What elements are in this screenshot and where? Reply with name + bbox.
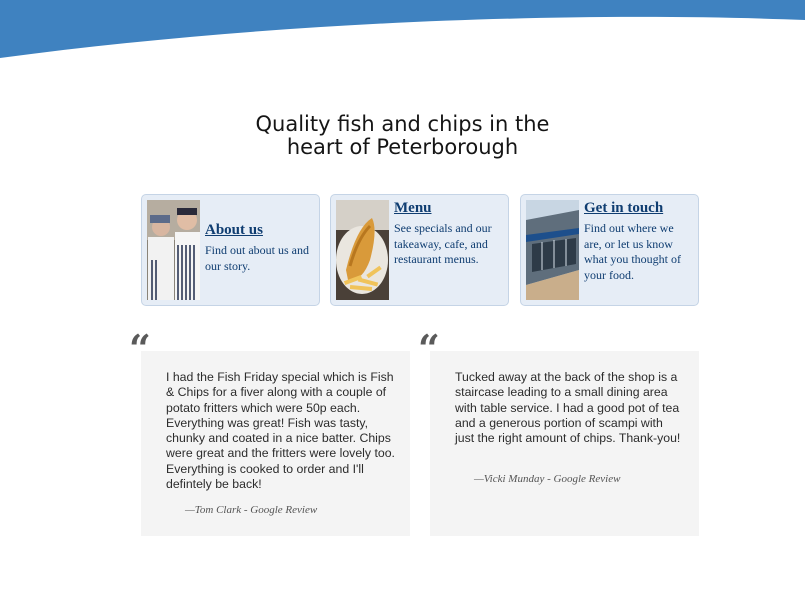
review-card: “ I had the Fish Friday special which is…	[129, 329, 410, 536]
header-wave	[0, 0, 805, 58]
about-us-link[interactable]: About us	[205, 221, 313, 239]
get-in-touch-card[interactable]: Get in touch Find out where we are, or l…	[520, 194, 699, 306]
review-citation: —Vicki Munday - Google Review	[474, 473, 621, 485]
review-text: Tucked away at the back of the shop is a…	[455, 370, 681, 446]
review-citation: —Tom Clark - Google Review	[185, 504, 318, 516]
review-text: I had the Fish Friday special which is F…	[166, 370, 395, 492]
menu-link[interactable]: Menu	[394, 199, 502, 217]
fish-and-chips-photo	[336, 200, 389, 300]
about-us-text: About us Find out about us and our story…	[205, 221, 313, 274]
about-us-card[interactable]: About us Find out about us and our story…	[141, 194, 320, 306]
menu-text: Menu See specials and our takeaway, cafe…	[394, 199, 502, 268]
quote-mark-icon: “	[418, 326, 440, 371]
get-in-touch-description: Find out where we are, or let us know wh…	[584, 221, 681, 282]
menu-description: See specials and our takeaway, cafe, and…	[394, 221, 492, 266]
quote-mark-icon: “	[129, 326, 151, 371]
shopfront-photo	[526, 200, 579, 300]
headline-line-2: heart of Peterborough	[286, 135, 519, 159]
get-in-touch-link[interactable]: Get in touch	[584, 199, 692, 217]
headline-line-1: Quality fish and chips in the	[255, 112, 550, 136]
review-card: “ Tucked away at the back of the shop is…	[418, 329, 699, 536]
staff-photo	[147, 200, 200, 300]
about-us-description: Find out about us and our story.	[205, 243, 309, 273]
menu-card[interactable]: Menu See specials and our takeaway, cafe…	[330, 194, 509, 306]
page-headline: Quality fish and chips in the heart of P…	[0, 113, 805, 159]
get-in-touch-text: Get in touch Find out where we are, or l…	[584, 199, 692, 283]
